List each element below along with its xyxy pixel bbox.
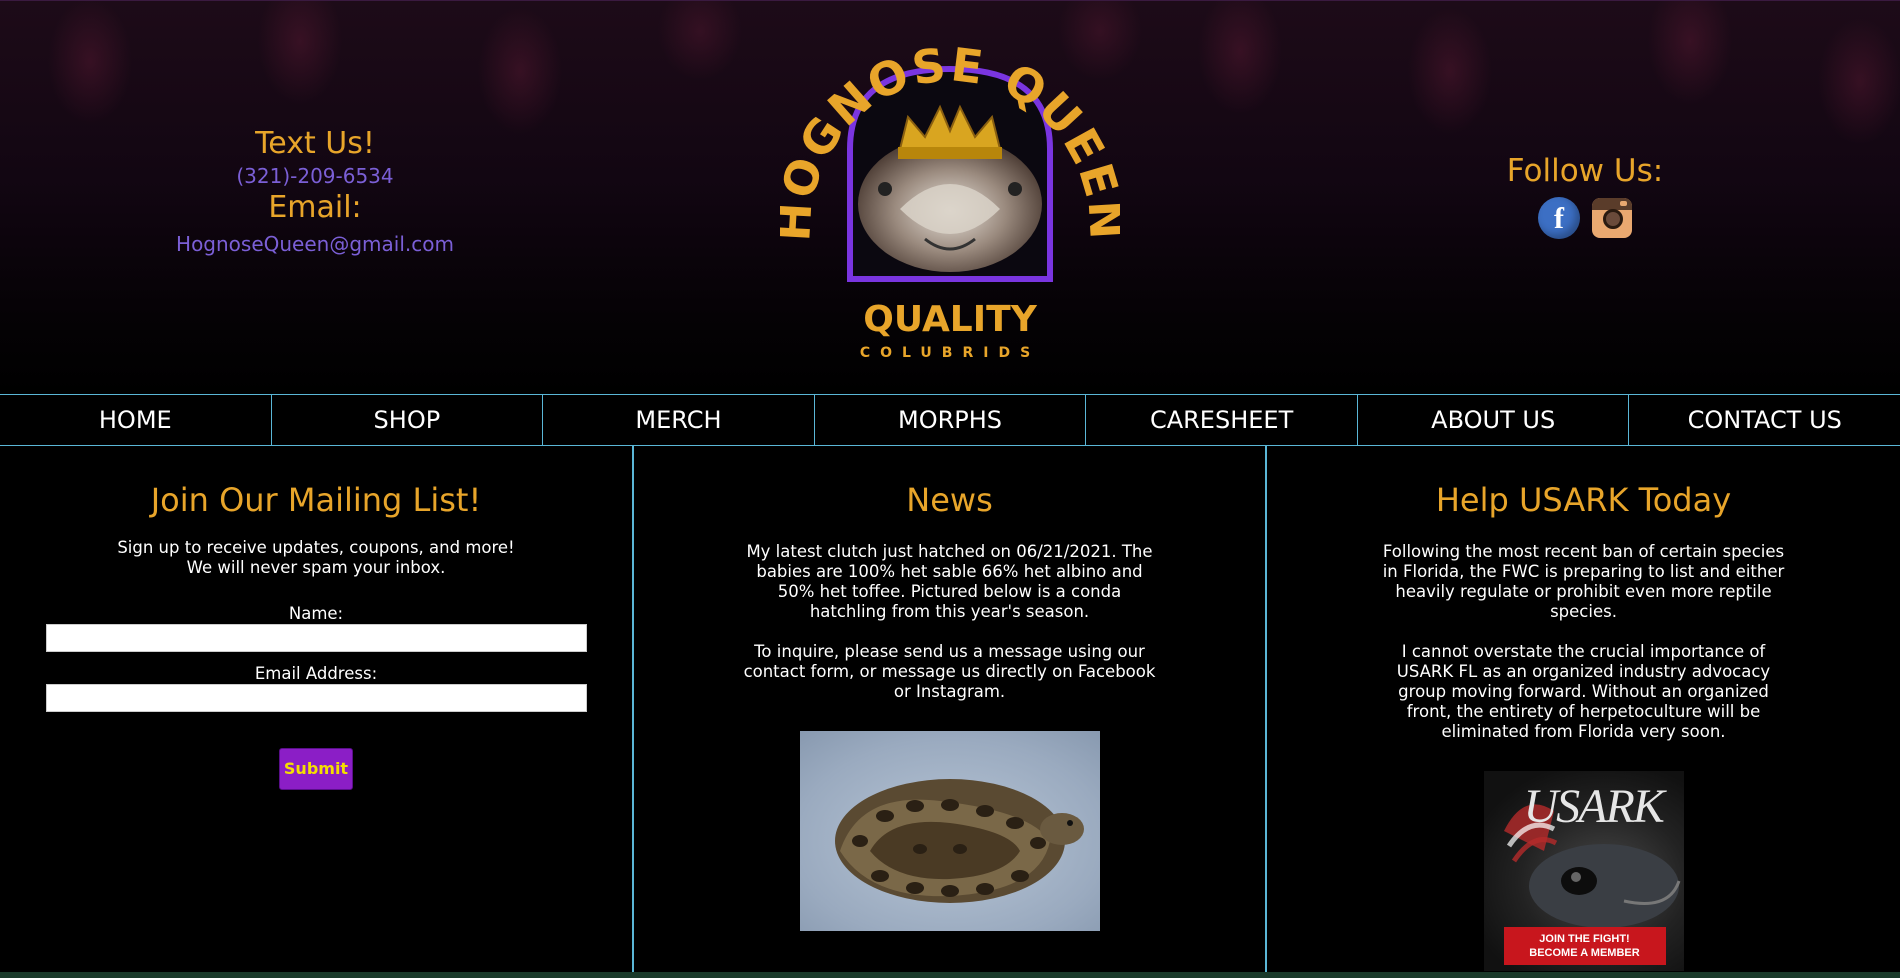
- site-header: Text Us! (321)-209-6534 Email: HognoseQu…: [0, 0, 1900, 395]
- nav-caresheet[interactable]: CARESHEET: [1085, 395, 1357, 445]
- facebook-icon[interactable]: f: [1538, 197, 1580, 239]
- nav-morphs[interactable]: MORPHS: [813, 395, 1086, 445]
- usark-paragraph-2: I cannot overstate the crucial importanc…: [1396, 642, 1771, 741]
- email-address-label: Email Address:: [254, 664, 378, 683]
- email-link[interactable]: HognoseQueen@gmail.com: [150, 230, 480, 258]
- usark-section: Help USARK Today Following the most rece…: [1267, 446, 1900, 972]
- nav-about-us[interactable]: ABOUT US: [1356, 395, 1629, 445]
- nav-contact-us[interactable]: CONTACT US: [1628, 395, 1900, 445]
- hatchling-photo: [799, 731, 1100, 931]
- nav-merch[interactable]: MERCH: [542, 395, 814, 445]
- usark-paragraph-1: Following the most recent ban of certain…: [1382, 542, 1785, 621]
- logo-colubrids-text: COLUBRIDS: [860, 345, 1040, 361]
- mailing-intro-line2: We will never spam your inbox.: [186, 558, 446, 577]
- name-input[interactable]: [45, 624, 587, 652]
- contact-block: Text Us! (321)-209-6534 Email: HognoseQu…: [150, 126, 480, 258]
- usark-cta-line2: BECOME A MEMBER: [1529, 947, 1640, 959]
- usark-banner[interactable]: USARK JOIN THE FIGHT! BECOME A MEMBER: [1483, 771, 1684, 971]
- instagram-icon[interactable]: [1592, 198, 1632, 238]
- usark-title: Help USARK Today: [1435, 481, 1732, 519]
- mailing-list-title: Join Our Mailing List!: [150, 481, 482, 519]
- social-icons: f: [1490, 197, 1680, 239]
- email-address-input[interactable]: [45, 684, 587, 712]
- submit-button[interactable]: Submit: [279, 748, 353, 790]
- news-section: News My latest clutch just hatched on 06…: [632, 446, 1267, 972]
- follow-block: Follow Us: f: [1490, 151, 1680, 239]
- news-title: News: [906, 481, 993, 519]
- main-nav: HOME SHOP MERCH MORPHS CARESHEET ABOUT U…: [0, 394, 1900, 446]
- usark-cta-band: JOIN THE FIGHT! BECOME A MEMBER: [1503, 927, 1666, 965]
- usark-banner-title: USARK: [1523, 780, 1665, 833]
- follow-label: Follow Us:: [1506, 153, 1664, 189]
- name-label: Name:: [288, 604, 344, 623]
- usark-cta-line1: JOIN THE FIGHT!: [1539, 933, 1630, 945]
- news-paragraph-1: My latest clutch just hatched on 06/21/2…: [746, 542, 1153, 621]
- phone-link[interactable]: (321)-209-6534: [150, 162, 480, 190]
- mailing-list-section: Join Our Mailing List! Sign up to receiv…: [0, 446, 632, 972]
- email-label: Email:: [268, 190, 362, 225]
- text-us-label: Text Us!: [255, 126, 375, 161]
- nav-shop[interactable]: SHOP: [270, 395, 543, 445]
- nav-home[interactable]: HOME: [0, 395, 271, 445]
- snake-illustration: [834, 779, 1084, 903]
- logo-quality-text: QUALITY: [863, 299, 1037, 340]
- mailing-intro-line1: Sign up to receive updates, coupons, and…: [117, 538, 515, 557]
- news-paragraph-2: To inquire, please send us a message usi…: [743, 642, 1156, 701]
- hognose-queen-logo[interactable]: HOGNOSE QUEEN QUALITY COLUBRIDS: [780, 9, 1120, 369]
- footer-strip: [0, 972, 1900, 978]
